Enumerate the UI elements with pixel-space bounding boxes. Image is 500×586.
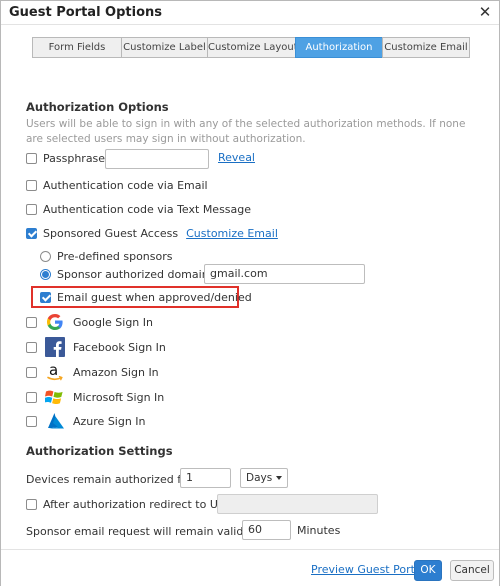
- auth-code-sms-label: Authentication code via Text Message: [43, 202, 252, 216]
- preview-guest-portal-link[interactable]: Preview Guest Portal: [311, 563, 425, 576]
- amazon-signin-label: Amazon Sign In: [73, 365, 159, 379]
- facebook-signin-checkbox[interactable]: [26, 341, 37, 353]
- authorization-options-help: Users will be able to sign in with any o…: [26, 118, 466, 145]
- sponsor-domains-input[interactable]: gmail.com: [204, 264, 365, 284]
- microsoft-signin-label: Microsoft Sign In: [73, 390, 165, 404]
- redirect-label: After authorization redirect to URL: [43, 497, 232, 511]
- authorization-settings-heading: Authorization Settings: [26, 444, 173, 458]
- passphrase-label: Passphrase: [43, 151, 106, 165]
- close-icon[interactable]: ✕: [477, 4, 493, 20]
- sponsor-domains-row: Sponsor authorized domains: [40, 265, 214, 283]
- facebook-signin-row: Facebook Sign In: [26, 337, 166, 357]
- google-signin-row: Google Sign In: [26, 312, 153, 332]
- predefined-sponsors-label: Pre-defined sponsors: [57, 249, 173, 263]
- predefined-sponsors-radio[interactable]: [40, 250, 51, 262]
- amazon-logo-icon: a: [45, 361, 65, 383]
- tab-form-fields[interactable]: Form Fields: [32, 37, 121, 58]
- dialog-title: Guest Portal Options: [9, 5, 163, 20]
- ok-button[interactable]: OK: [414, 560, 442, 581]
- sponsored-guest-checkbox[interactable]: [26, 227, 37, 239]
- azure-logo-icon: [45, 411, 65, 431]
- azure-signin-checkbox[interactable]: [26, 415, 37, 427]
- reveal-link[interactable]: Reveal: [218, 151, 255, 164]
- auth-code-email-label: Authentication code via Email: [43, 178, 208, 192]
- email-guest-checkbox[interactable]: [40, 291, 51, 303]
- dialog-footer: Preview Guest Portal OK Cancel: [1, 549, 499, 586]
- sponsored-guest-row: Sponsored Guest Access Customize Email: [26, 224, 278, 242]
- auth-code-email-checkbox[interactable]: [26, 179, 37, 191]
- amazon-signin-checkbox[interactable]: [26, 366, 37, 378]
- microsoft-signin-checkbox[interactable]: [26, 391, 37, 403]
- amazon-signin-row: a Amazon Sign In: [26, 361, 159, 383]
- azure-signin-label: Azure Sign In: [73, 414, 146, 428]
- auth-code-sms-row: Authentication code via Text Message: [26, 200, 251, 218]
- redirect-url-input[interactable]: [217, 494, 378, 514]
- cancel-button[interactable]: Cancel: [450, 560, 494, 581]
- tab-bar: Form Fields Customize Label Customize La…: [32, 37, 470, 58]
- google-signin-label: Google Sign In: [73, 315, 153, 329]
- auth-code-email-row: Authentication code via Email: [26, 176, 208, 194]
- google-logo-icon: [45, 312, 65, 332]
- devices-unit-value: Days: [246, 472, 273, 484]
- sponsor-valid-input[interactable]: 60: [242, 520, 291, 540]
- passphrase-checkbox[interactable]: [26, 152, 37, 164]
- chevron-down-icon: [276, 476, 282, 480]
- tab-customize-layout[interactable]: Customize Layout: [207, 37, 298, 58]
- auth-code-sms-checkbox[interactable]: [26, 203, 37, 215]
- sponsor-valid-label: Sponsor email request will remain valid …: [26, 524, 262, 538]
- sponsor-valid-unit: Minutes: [297, 524, 341, 537]
- sponsored-guest-label: Sponsored Guest Access: [43, 226, 179, 240]
- sponsor-domains-radio[interactable]: [40, 268, 51, 280]
- devices-authorized-input[interactable]: 1: [180, 468, 231, 488]
- facebook-logo-icon: [45, 337, 65, 357]
- authorization-options-heading: Authorization Options: [26, 100, 169, 114]
- email-guest-row: Email guest when approved/denied: [40, 288, 252, 306]
- devices-authorized-label: Devices remain authorized for: [26, 472, 193, 486]
- google-signin-checkbox[interactable]: [26, 316, 37, 328]
- redirect-row: After authorization redirect to URL: [26, 495, 232, 513]
- microsoft-logo-icon: [45, 387, 65, 407]
- tab-customize-email[interactable]: Customize Email: [382, 37, 470, 58]
- passphrase-input[interactable]: [105, 149, 209, 169]
- sponsor-domains-label: Sponsor authorized domains: [57, 267, 215, 281]
- predefined-sponsors-row: Pre-defined sponsors: [40, 247, 172, 265]
- microsoft-signin-row: Microsoft Sign In: [26, 387, 164, 407]
- devices-authorized-row: Devices remain authorized for: [26, 470, 192, 488]
- redirect-checkbox[interactable]: [26, 498, 37, 510]
- svg-text:a: a: [49, 361, 58, 379]
- email-guest-label: Email guest when approved/denied: [57, 290, 252, 304]
- azure-signin-row: Azure Sign In: [26, 411, 146, 431]
- passphrase-row: Passphrase: [26, 149, 105, 167]
- sponsor-valid-row: Sponsor email request will remain valid …: [26, 522, 262, 540]
- dialog-titlebar: Guest Portal Options ✕: [1, 1, 499, 25]
- customize-email-link[interactable]: Customize Email: [186, 227, 278, 240]
- tab-customize-label[interactable]: Customize Label: [121, 37, 207, 58]
- devices-unit-select[interactable]: Days: [240, 468, 288, 488]
- tab-authorization[interactable]: Authorization: [295, 37, 382, 58]
- guest-portal-options-dialog: Guest Portal Options ✕ Form Fields Custo…: [0, 0, 500, 586]
- facebook-signin-label: Facebook Sign In: [73, 340, 166, 354]
